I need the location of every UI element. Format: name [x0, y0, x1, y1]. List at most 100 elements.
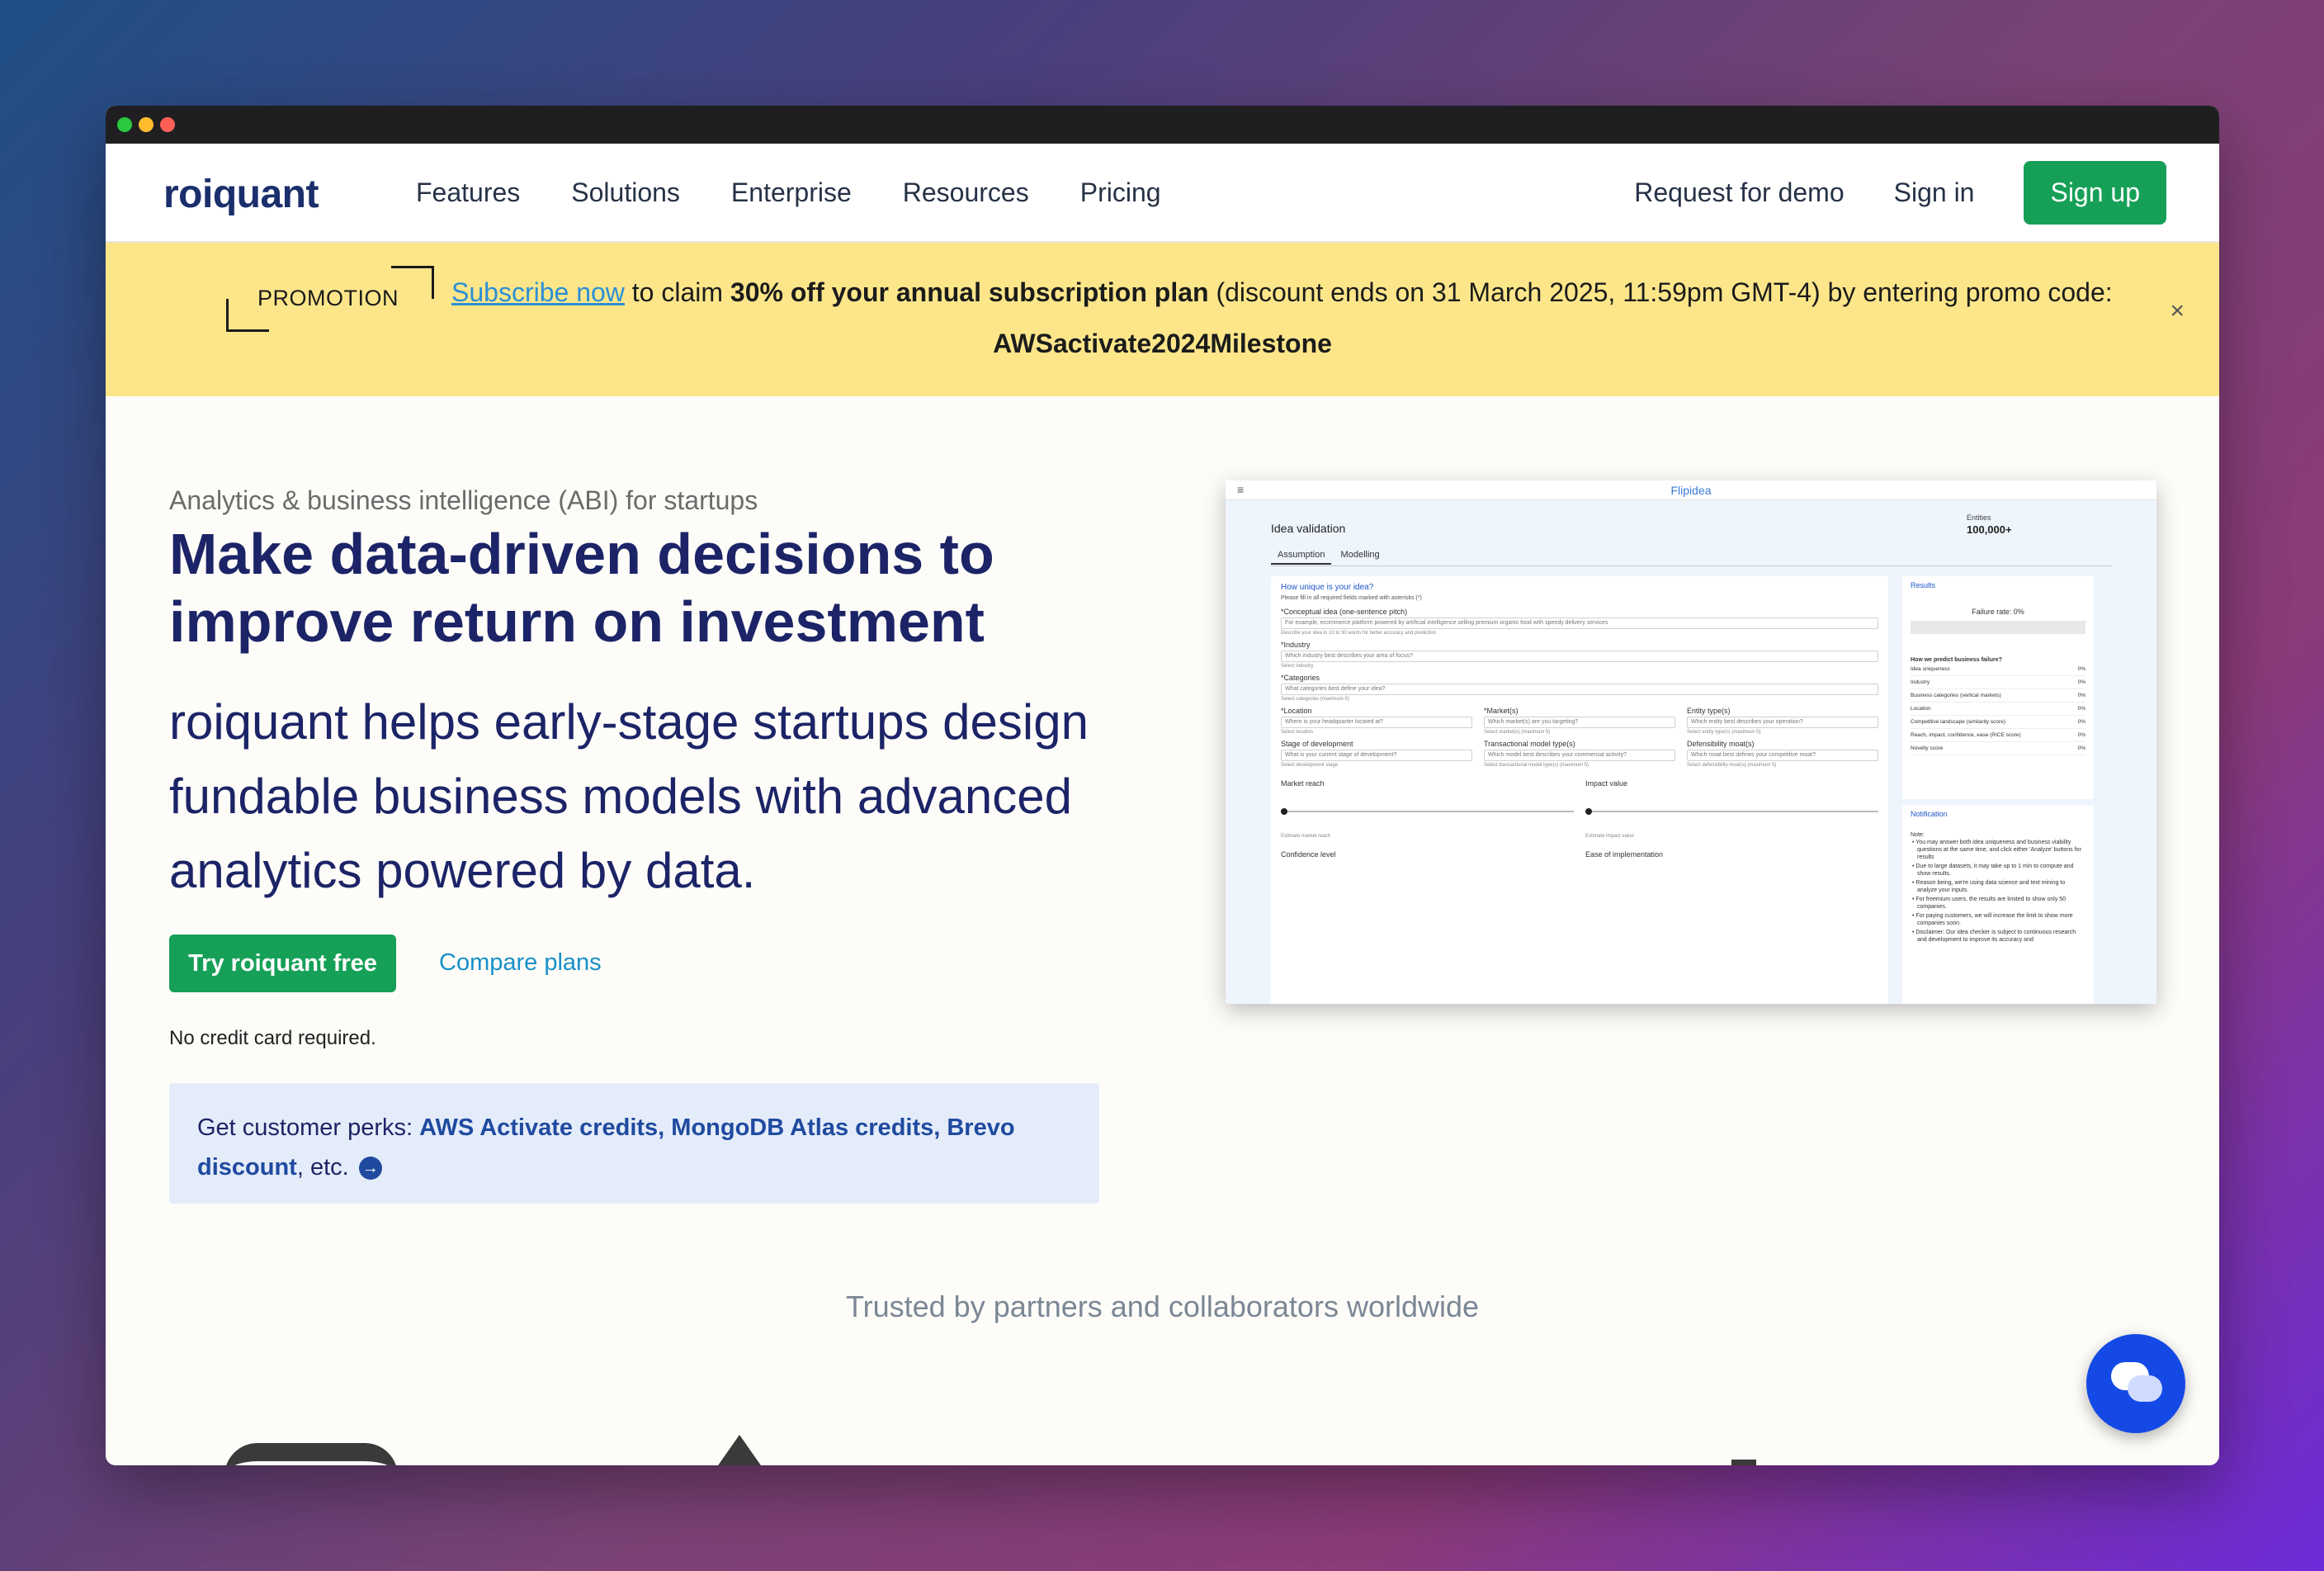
screenshot-brand: Flipidea [1670, 484, 1712, 497]
reach-hint: Estimate market reach [1281, 834, 1331, 839]
window-maximize-button[interactable] [117, 117, 132, 132]
notification-item-text: For freemium users, the results are limi… [1915, 897, 2067, 910]
nav-enterprise[interactable]: Enterprise [731, 177, 852, 208]
results-row: Industry 0% [1911, 676, 2085, 689]
form-row-confidence: Confidence level Ease of implementation [1281, 845, 1878, 859]
results-row-label: Business categories (vertical markets) [1911, 693, 2001, 698]
window-minimize-button[interactable] [139, 117, 154, 132]
markets-input: Which market(s) are you targeting? [1484, 717, 1675, 728]
results-row: Competitive landscape (similarity score)… [1911, 716, 2085, 729]
promotion-banner: PROMOTION Subscribe now to claim 30% off… [106, 243, 2219, 396]
form-row-location: *Location Where is your headquarter loca… [1281, 702, 1878, 735]
promotion-tag: PROMOTION [220, 266, 434, 332]
industry-input: Which industry best describes your area … [1281, 651, 1878, 662]
roiquant-logo[interactable]: roiquant [163, 172, 319, 217]
nav-actions: Request for demo Sign in Sign up [1634, 144, 2166, 241]
results-row-value: 0% [2077, 693, 2085, 698]
close-icon[interactable]: × [2170, 297, 2185, 325]
results-row: Business categories (vertical markets) 0% [1911, 689, 2085, 703]
categories-label: *Categories [1281, 674, 1320, 682]
defensibility-hint: Select defensibility moat(s) (maximum 5) [1687, 763, 1777, 768]
nav-pricing[interactable]: Pricing [1080, 177, 1161, 208]
tab-assumption: Assumption [1271, 550, 1332, 565]
partner-logo [224, 1443, 398, 1465]
notification-item: • For freemium users, the results are li… [1912, 897, 2067, 910]
impact-slider [1585, 808, 1878, 815]
chat-bubble-icon[interactable] [2086, 1334, 2185, 1433]
perks-suffix: , etc. [296, 1154, 349, 1181]
notification-title: Notification [1911, 810, 1948, 818]
notification-item: • Reason being, we're using data science… [1912, 880, 2066, 893]
results-panel: Results Failure rate: 0% How we predict … [1902, 576, 2094, 799]
form-note: Please fill in all required fields marke… [1281, 595, 1422, 601]
model-input: Which model best describes your commerci… [1484, 750, 1675, 761]
ease-label: Ease of implementation [1585, 850, 1664, 859]
reach-slider [1281, 808, 1574, 815]
notification-item-text: Due to large datasets, it may take up to… [1915, 864, 2074, 877]
notification-item-text: Reason being, we're using data science a… [1915, 880, 2066, 893]
screenshot-page-title: Idea validation [1271, 522, 1346, 535]
sign-up-button[interactable]: Sign up [2024, 160, 2166, 225]
top-navbar: roiquant Features Solutions Enterprise R… [106, 144, 2219, 243]
notification-item-text: You may answer both idea uniqueness and … [1915, 840, 2081, 860]
promotion-text: Subscribe now to claim 30% off your annu… [451, 277, 2113, 308]
industry-label: *Industry [1281, 641, 1311, 649]
arrow-right-circle-icon[interactable]: → [358, 1157, 382, 1181]
results-row: Novelty score 0% [1911, 742, 2085, 755]
request-demo-link[interactable]: Request for demo [1634, 177, 1844, 208]
notification-item: • Disclaimer: Our idea checker is subjec… [1912, 930, 2076, 943]
screenshot-topbar: ≡ Flipidea [1226, 480, 2156, 500]
results-title: Results [1911, 581, 1936, 589]
entity-input: Which entity best describes your operati… [1687, 717, 1878, 728]
form-row-stage: Stage of development What is your curren… [1281, 735, 1878, 768]
results-row-value: 0% [2077, 666, 2085, 672]
screenshot-tabs: Assumption Modelling [1271, 550, 2113, 566]
promo-text-1: to claim [624, 277, 730, 307]
notification-item-text: Disclaimer: Our idea checker is subject … [1915, 930, 2076, 943]
promo-text-2: (discount ends on 31 March 2025, 11:59pm… [1208, 277, 2113, 307]
subscribe-now-link[interactable]: Subscribe now [451, 277, 625, 307]
compare-plans-link[interactable]: Compare plans [439, 949, 602, 977]
nav-solutions[interactable]: Solutions [571, 177, 680, 208]
confidence-label: Confidence level [1281, 850, 1336, 859]
customer-perks-box[interactable]: Get customer perks: AWS Activate credits… [169, 1083, 1099, 1204]
results-row-label: Reach, impact, confidence, ease (RICE sc… [1911, 732, 2021, 738]
window-close-button[interactable] [160, 117, 175, 132]
form-row-sliders: Market reach Estimate market reach Impac… [1281, 774, 1878, 839]
perks-prefix: Get customer perks: [197, 1114, 420, 1141]
results-row-value: 0% [2077, 679, 2085, 685]
results-row-value: 0% [2077, 719, 2085, 725]
categories-input: What categories best define your idea? [1281, 684, 1878, 695]
promotion-tag-label: PROMOTION [257, 286, 399, 310]
model-label: Transactional model type(s) [1484, 740, 1575, 748]
industry-hint: Select industry [1281, 664, 1314, 669]
results-row: Idea uniqueness 0% [1911, 663, 2085, 676]
window-titlebar [106, 106, 2219, 144]
results-row-label: Location [1911, 706, 1931, 712]
results-row-label: Competitive landscape (similarity score) [1911, 719, 2005, 725]
sign-in-link[interactable]: Sign in [1894, 177, 1975, 208]
partner-logo [716, 1435, 763, 1465]
try-free-button[interactable]: Try roiquant free [169, 935, 396, 992]
nav-features[interactable]: Features [416, 177, 520, 208]
location-input: Where is your headquarter located at? [1281, 717, 1472, 728]
promo-discount: 30% off your annual subscription plan [730, 277, 1209, 307]
promo-code: AWSactivate2024Milestone [993, 329, 1332, 358]
stage-hint: Select development stage [1281, 763, 1339, 768]
impact-hint: Estimate impact value [1585, 834, 1634, 839]
stage-input: What is your current stage of developmen… [1281, 750, 1472, 761]
failure-rate: Failure rate: 0% [1972, 608, 2024, 616]
no-credit-card-note: No credit card required. [169, 1027, 376, 1049]
idea-form: How unique is your idea? Please fill in … [1271, 576, 1888, 1004]
results-row-label: Idea uniqueness [1911, 666, 1950, 672]
main-nav: Features Solutions Enterprise Resources … [416, 144, 1161, 241]
model-hint: Select transactional model type(s) (maxi… [1484, 763, 1589, 768]
product-screenshot: ≡ Flipidea Idea validation Entities 100,… [1226, 480, 2156, 1004]
defensibility-input: Which moat best defines your competitive… [1687, 750, 1878, 761]
results-row-value: 0% [2077, 745, 2085, 751]
reach-label: Market reach [1281, 779, 1325, 788]
notification-item: • For paying customers, we will increase… [1912, 913, 2073, 926]
results-row-label: Novelty score [1911, 745, 1944, 751]
entities-value: 100,000+ [1967, 523, 2012, 536]
nav-resources[interactable]: Resources [903, 177, 1029, 208]
